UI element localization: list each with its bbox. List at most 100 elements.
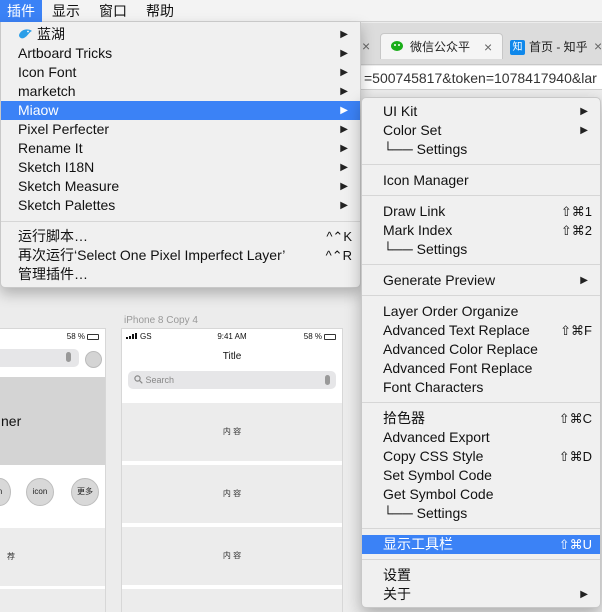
tab-zhihu[interactable]: 知首页 - 知乎 ×: [508, 33, 602, 59]
menu-help[interactable]: 帮助: [139, 0, 181, 22]
menu-item-label: └── Settings: [383, 241, 468, 257]
submenu-item-color-picker[interactable]: 拾色器 ⇧⌘C: [362, 409, 600, 428]
menubar: 插件 显示 窗口 帮助: [0, 0, 602, 22]
menu-separator: [1, 221, 360, 222]
menu-item-miaow[interactable]: Miaow ▶: [1, 101, 360, 120]
submenu-arrow-icon: ▶: [340, 200, 348, 211]
menu-item-icon-font[interactable]: Icon Font ▶: [1, 63, 360, 82]
menu-item-manage-plugins[interactable]: 管理插件…: [1, 265, 360, 284]
list-item: [122, 589, 342, 612]
submenu-item-color-set[interactable]: Color Set ▶: [362, 121, 600, 140]
submenu-item-show-toolbar[interactable]: 显示工具栏 ⇧⌘U: [362, 535, 600, 554]
avatar[interactable]: [85, 351, 102, 368]
battery-label: 58 %: [303, 332, 322, 341]
menu-item-label: Color Set: [383, 122, 442, 138]
menu-item-label: Generate Preview: [383, 272, 496, 288]
menu-separator: [362, 528, 600, 529]
menu-item-label: Copy CSS Style: [383, 448, 484, 464]
menu-item-sketch-measure[interactable]: Sketch Measure ▶: [1, 177, 360, 196]
circle-button-n[interactable]: n: [0, 478, 11, 506]
menu-plugins[interactable]: 插件: [0, 0, 42, 22]
menu-item-label: Miaow: [18, 102, 59, 118]
menu-item-sketch-palettes[interactable]: Sketch Palettes ▶: [1, 196, 360, 215]
menu-item-pixel-perfecter[interactable]: Pixel Perfecter ▶: [1, 120, 360, 139]
menu-separator: [362, 402, 600, 403]
submenu-item-mark-index[interactable]: Mark Index ⇧⌘2: [362, 221, 600, 240]
menu-item-sketch-i18n[interactable]: Sketch I18N ▶: [1, 158, 360, 177]
close-icon[interactable]: ×: [484, 34, 496, 60]
menu-item-label: Pixel Perfecter: [18, 121, 110, 137]
submenu-item-icon-manager[interactable]: Icon Manager: [362, 171, 600, 190]
submenu-item-advanced-font-replace[interactable]: Advanced Font Replace: [362, 359, 600, 378]
menu-separator: [362, 264, 600, 265]
tab-close-left[interactable]: ×: [362, 33, 378, 59]
submenu-item-mark-index-settings[interactable]: └── Settings: [362, 240, 600, 259]
submenu-item-set-symbol-code[interactable]: Set Symbol Code: [362, 466, 600, 485]
menu-item-label: 显示工具栏: [383, 536, 453, 552]
artboard-left[interactable]: 58 % ner n icon 更多 荐: [0, 328, 106, 612]
menu-window[interactable]: 窗口: [92, 0, 134, 22]
tab-wechat[interactable]: 微信公众平 ×: [380, 33, 503, 59]
menu-item-label: └── Settings: [383, 505, 468, 521]
mic-icon: [325, 375, 330, 385]
submenu-arrow-icon: ▶: [340, 29, 348, 40]
submenu-item-advanced-text-replace[interactable]: Advanced Text Replace ⇧⌘F: [362, 321, 600, 340]
menu-item-label: Set Symbol Code: [383, 467, 492, 483]
menu-item-marketch[interactable]: marketch ▶: [1, 82, 360, 101]
menu-item-label: Layer Order Organize: [383, 303, 519, 319]
artboard-iphone8-copy4[interactable]: GS 9:41 AM 58 % Title Search 内 容 内 容 内 容: [121, 328, 343, 612]
submenu-item-about[interactable]: 关于 ▶: [362, 585, 600, 604]
menu-item-label: 拾色器: [383, 410, 425, 426]
menu-item-label: Advanced Font Replace: [383, 360, 533, 376]
submenu-arrow-icon: ▶: [340, 48, 348, 59]
submenu-item-settings[interactable]: 设置: [362, 566, 600, 585]
submenu-arrow-icon: ▶: [580, 125, 588, 136]
url-bar[interactable]: =500745817&token=1078417940&lar: [360, 66, 602, 90]
submenu-item-layer-order-organize[interactable]: Layer Order Organize: [362, 302, 600, 321]
close-icon[interactable]: ×: [594, 33, 602, 59]
mic-icon: [66, 352, 71, 362]
submenu-arrow-icon: ▶: [580, 589, 588, 600]
menu-item-label: Font Characters: [383, 379, 484, 395]
submenu-arrow-icon: ▶: [580, 275, 588, 286]
menu-item-rename-it[interactable]: Rename It ▶: [1, 139, 360, 158]
submenu-item-draw-link[interactable]: Draw Link ⇧⌘1: [362, 202, 600, 221]
menu-item-run-again[interactable]: 再次运行‘Select One Pixel Imperfect Layer’ ^⌃…: [1, 246, 360, 265]
artboard-label: iPhone 8 Copy 4: [124, 315, 198, 326]
menu-item-label: 再次运行‘Select One Pixel Imperfect Layer’: [18, 247, 286, 263]
submenu-item-generate-preview[interactable]: Generate Preview ▶: [362, 271, 600, 290]
submenu-item-ui-kit[interactable]: UI Kit ▶: [362, 102, 600, 121]
nav-title: Title: [222, 351, 242, 362]
recommend-label: 荐: [7, 552, 15, 561]
submenu-arrow-icon: ▶: [340, 105, 348, 116]
search-bar[interactable]: Search: [128, 371, 336, 389]
circle-button-icon[interactable]: icon: [26, 478, 54, 506]
menu-item-run-script[interactable]: 运行脚本… ^⌃K: [1, 227, 360, 246]
battery-label: 58 %: [66, 332, 85, 341]
submenu-arrow-icon: ▶: [340, 124, 348, 135]
list-item: 内 容: [122, 527, 342, 585]
submenu-arrow-icon: ▶: [340, 67, 348, 78]
battery-icon: [87, 334, 99, 340]
shortcut-label: ⇧⌘D: [558, 449, 592, 464]
list-item: 内 容: [122, 465, 342, 523]
shortcut-label: ⇧⌘C: [558, 411, 592, 426]
menu-item-label: Get Symbol Code: [383, 486, 494, 502]
submenu-item-advanced-export[interactable]: Advanced Export: [362, 428, 600, 447]
shortcut-label: ⇧⌘1: [560, 204, 592, 219]
menu-view[interactable]: 显示: [45, 0, 87, 22]
shortcut-label: ⇧⌘U: [558, 537, 592, 552]
submenu-item-get-symbol-code[interactable]: Get Symbol Code: [362, 485, 600, 504]
submenu-item-font-characters[interactable]: Font Characters: [362, 378, 600, 397]
search-bar[interactable]: [0, 349, 79, 367]
circle-button-more[interactable]: 更多: [71, 478, 99, 506]
submenu-item-color-set-settings[interactable]: └── Settings: [362, 140, 600, 159]
status-bar: GS 9:41 AM 58 %: [122, 329, 342, 345]
menu-separator: [362, 559, 600, 560]
search-icon: [134, 372, 143, 390]
submenu-item-symbol-code-settings[interactable]: └── Settings: [362, 504, 600, 523]
submenu-item-advanced-color-replace[interactable]: Advanced Color Replace: [362, 340, 600, 359]
menu-item-artboard-tricks[interactable]: Artboard Tricks ▶: [1, 44, 360, 63]
menu-item-lanhu[interactable]: 蓝湖 ▶: [1, 25, 360, 44]
submenu-item-copy-css-style[interactable]: Copy CSS Style ⇧⌘D: [362, 447, 600, 466]
